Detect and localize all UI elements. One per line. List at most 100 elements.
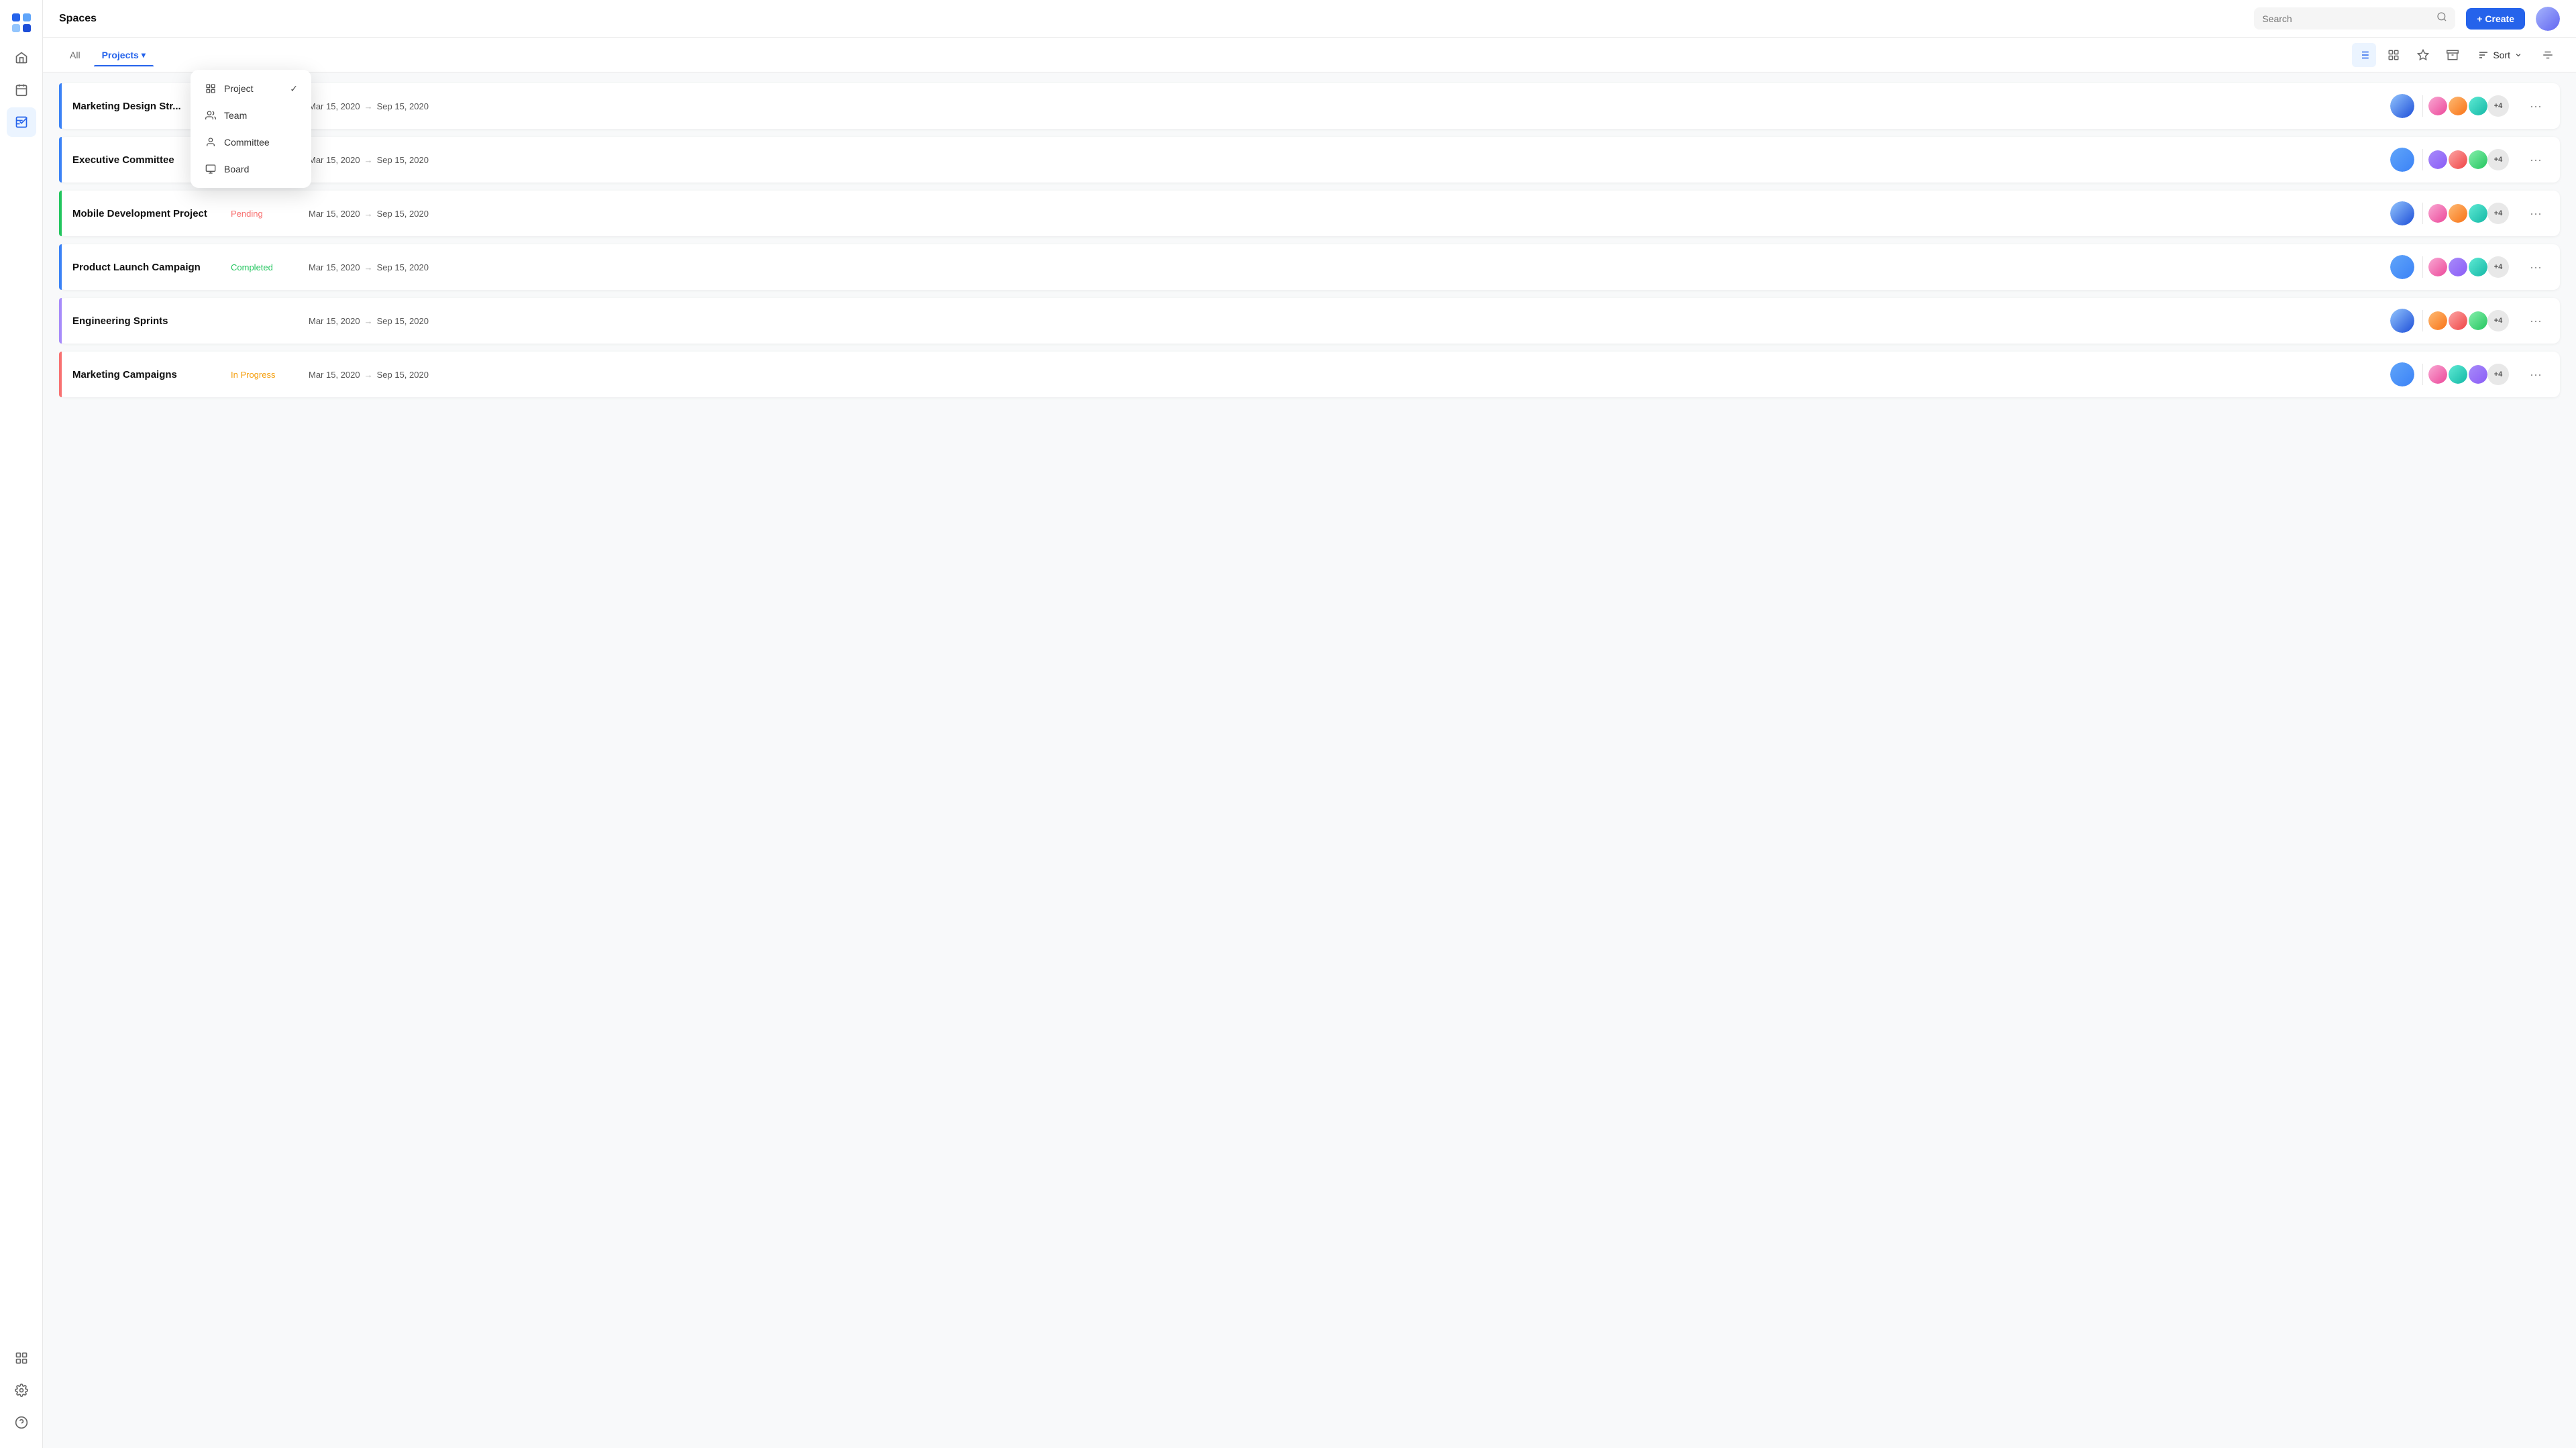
dropdown-team-label: Team bbox=[224, 110, 247, 121]
sidebar-item-home[interactable] bbox=[7, 43, 36, 72]
team-icon bbox=[204, 109, 217, 122]
avatar-count: +4 bbox=[2487, 149, 2509, 170]
avatar bbox=[2427, 203, 2449, 224]
more-options-button[interactable]: ··· bbox=[2525, 203, 2546, 224]
avatar bbox=[2390, 201, 2414, 225]
divider bbox=[2422, 310, 2423, 331]
tab-all[interactable]: All bbox=[59, 44, 91, 66]
project-dates: Mar 15, 2020 → Sep 15, 2020 bbox=[309, 316, 2379, 326]
divider bbox=[2422, 95, 2423, 117]
project-members: +4 bbox=[2390, 309, 2509, 333]
project-dates: Mar 15, 2020 → Sep 15, 2020 bbox=[309, 155, 2379, 165]
sidebar-bottom bbox=[7, 1343, 36, 1437]
avatar-count: +4 bbox=[2487, 95, 2509, 117]
table-row: Marketing Design Str... Mar 15, 2020 → S… bbox=[59, 83, 2560, 129]
avatar bbox=[2447, 256, 2469, 278]
avatar bbox=[2447, 149, 2469, 170]
project-dates: Mar 15, 2020 → Sep 15, 2020 bbox=[309, 370, 2379, 380]
project-members: +4 bbox=[2390, 148, 2509, 172]
avatar bbox=[2390, 148, 2414, 172]
more-options-button[interactable]: ··· bbox=[2525, 256, 2546, 278]
favorites-button[interactable] bbox=[2411, 43, 2435, 67]
avatar-count: +4 bbox=[2487, 310, 2509, 331]
divider bbox=[2422, 203, 2423, 224]
avatar bbox=[2390, 362, 2414, 386]
avatar bbox=[2390, 309, 2414, 333]
toolbar-right: Sort bbox=[2352, 43, 2560, 67]
dropdown-committee-label: Committee bbox=[224, 137, 270, 148]
archive-button[interactable] bbox=[2440, 43, 2465, 67]
sort-button[interactable]: Sort bbox=[2470, 46, 2530, 64]
avatar bbox=[2390, 255, 2414, 279]
search-bar[interactable] bbox=[2254, 7, 2455, 30]
avatar-count: +4 bbox=[2487, 364, 2509, 385]
avatar bbox=[2427, 95, 2449, 117]
sidebar bbox=[0, 0, 43, 1448]
sidebar-item-calendar[interactable] bbox=[7, 75, 36, 105]
filter-button[interactable] bbox=[2536, 43, 2560, 67]
avatar bbox=[2467, 364, 2489, 385]
dropdown-item-project[interactable]: Project ✓ bbox=[196, 75, 306, 102]
project-status: In Progress bbox=[231, 370, 298, 380]
project-members: +4 bbox=[2390, 255, 2509, 279]
row-accent bbox=[59, 137, 62, 183]
row-accent bbox=[59, 191, 62, 236]
breadcrumb-label: Spaces bbox=[59, 13, 97, 25]
dropdown-item-committee[interactable]: Committee bbox=[196, 129, 306, 156]
avatar bbox=[2390, 94, 2414, 118]
table-row: Mobile Development Project Pending Mar 1… bbox=[59, 191, 2560, 236]
project-name: Marketing Campaigns bbox=[72, 369, 220, 380]
type-dropdown-menu: Project ✓ Team bbox=[191, 70, 311, 188]
avatar bbox=[2427, 149, 2449, 170]
avatar bbox=[2467, 256, 2489, 278]
sidebar-item-help[interactable] bbox=[7, 1408, 36, 1437]
more-options-button[interactable]: ··· bbox=[2525, 149, 2546, 170]
avatar bbox=[2427, 256, 2449, 278]
board-icon bbox=[204, 162, 217, 176]
project-dates: Mar 15, 2020 → Sep 15, 2020 bbox=[309, 262, 2379, 272]
project-icon bbox=[204, 82, 217, 95]
dropdown-item-board[interactable]: Board bbox=[196, 156, 306, 183]
search-icon[interactable] bbox=[2436, 11, 2447, 25]
avatar bbox=[2467, 149, 2489, 170]
avatar bbox=[2467, 203, 2489, 224]
sidebar-item-settings[interactable] bbox=[7, 1376, 36, 1405]
table-row: Marketing Campaigns In Progress Mar 15, … bbox=[59, 352, 2560, 397]
list-view-button[interactable] bbox=[2352, 43, 2376, 67]
row-accent bbox=[59, 83, 62, 129]
more-options-button[interactable]: ··· bbox=[2525, 364, 2546, 385]
sidebar-item-gallery[interactable] bbox=[7, 1343, 36, 1373]
table-row: Engineering Sprints Mar 15, 2020 → Sep 1… bbox=[59, 298, 2560, 344]
user-avatar[interactable] bbox=[2536, 7, 2560, 31]
header: Spaces + Create bbox=[43, 0, 2576, 38]
search-input[interactable] bbox=[2262, 13, 2431, 24]
project-name: Mobile Development Project bbox=[72, 208, 220, 219]
more-options-button[interactable]: ··· bbox=[2525, 95, 2546, 117]
dropdown-item-team[interactable]: Team bbox=[196, 102, 306, 129]
divider bbox=[2422, 149, 2423, 170]
sidebar-item-tasks[interactable] bbox=[7, 107, 36, 137]
avatar bbox=[2467, 95, 2489, 117]
project-dates: Mar 15, 2020 → Sep 15, 2020 bbox=[309, 101, 2379, 111]
project-members: +4 bbox=[2390, 201, 2509, 225]
avatar-count: +4 bbox=[2487, 203, 2509, 224]
project-name: Engineering Sprints bbox=[72, 315, 220, 327]
main-area: Spaces + Create All Projects ▾ bbox=[43, 0, 2576, 1448]
row-accent bbox=[59, 352, 62, 397]
avatar bbox=[2467, 310, 2489, 331]
more-options-button[interactable]: ··· bbox=[2525, 310, 2546, 331]
app-logo[interactable] bbox=[9, 11, 34, 35]
divider bbox=[2422, 364, 2423, 385]
project-status: Completed bbox=[231, 262, 298, 272]
avatar bbox=[2447, 364, 2469, 385]
project-members: +4 bbox=[2390, 362, 2509, 386]
dropdown-board-label: Board bbox=[224, 164, 249, 174]
create-button[interactable]: + Create bbox=[2466, 8, 2525, 30]
tab-projects[interactable]: Projects ▾ bbox=[94, 44, 154, 66]
grid-view-button[interactable] bbox=[2381, 43, 2406, 67]
check-icon: ✓ bbox=[290, 83, 298, 95]
committee-icon bbox=[204, 136, 217, 149]
project-members: +4 bbox=[2390, 94, 2509, 118]
table-row: Executive Committee In Progress Mar 15, … bbox=[59, 137, 2560, 183]
table-row: Product Launch Campaign Completed Mar 15… bbox=[59, 244, 2560, 290]
